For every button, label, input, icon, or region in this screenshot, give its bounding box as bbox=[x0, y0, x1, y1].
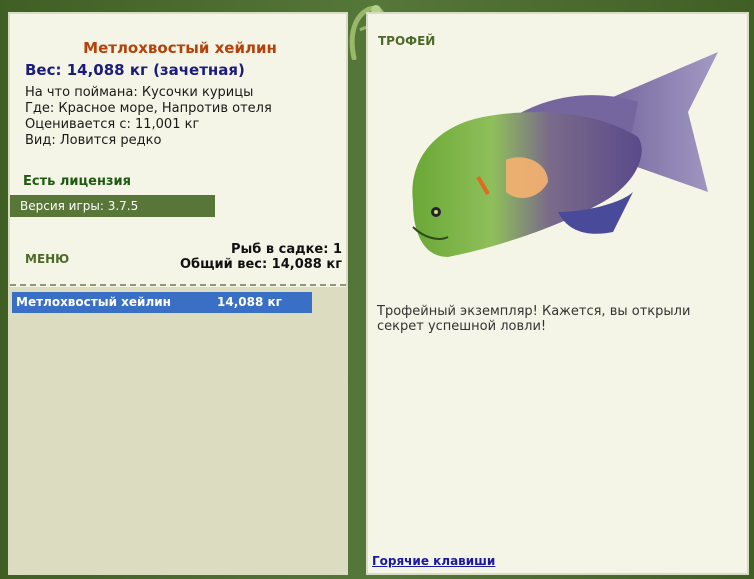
cage-total-weight: Общий вес: 14,088 кг bbox=[179, 257, 342, 272]
fish-info-panel: Метлохвостый хейлин Вес: 14,088 кг (заче… bbox=[8, 12, 348, 575]
species-info: Вид: Ловится редко bbox=[25, 133, 162, 148]
fish-weight: Вес: 14,088 кг (зачетная) bbox=[25, 61, 245, 79]
cage-summary: Рыб в садке: 1 Общий вес: 14,088 кг bbox=[180, 242, 342, 272]
broomtail-wrasse-image bbox=[412, 52, 718, 258]
divider bbox=[10, 284, 346, 286]
trophy-message: Трофейный экземпляр! Кажется, вы открыли… bbox=[377, 304, 691, 334]
bait-info: На что поймана: Кусочки курицы bbox=[25, 85, 254, 100]
trophy-panel: ТРОФЕЙ Трофейный экземпляр! Кажется, вы … bbox=[366, 12, 749, 575]
version-bar: Версия игры: 3.7.5 bbox=[10, 195, 215, 217]
location-info: Где: Красное море, Напротив отеля bbox=[25, 101, 272, 116]
hotkeys-link[interactable]: Горячие клавиши bbox=[372, 554, 495, 568]
list-item-name: Метлохвостый хейлин bbox=[16, 295, 171, 309]
valued-from-info: Оценивается с: 11,001 кг bbox=[25, 117, 200, 132]
catch-list: Метлохвостый хейлин 14,088 кг bbox=[10, 287, 346, 573]
fish-title: Метлохвостый хейлин bbox=[83, 39, 277, 57]
license-status: Есть лицензия bbox=[23, 174, 131, 189]
list-item[interactable]: Метлохвостый хейлин 14,088 кг bbox=[12, 292, 312, 313]
cage-count: Рыб в садке: 1 bbox=[230, 242, 342, 257]
menu-button[interactable]: МЕНЮ bbox=[25, 252, 69, 266]
list-item-weight: 14,088 кг bbox=[217, 295, 282, 309]
